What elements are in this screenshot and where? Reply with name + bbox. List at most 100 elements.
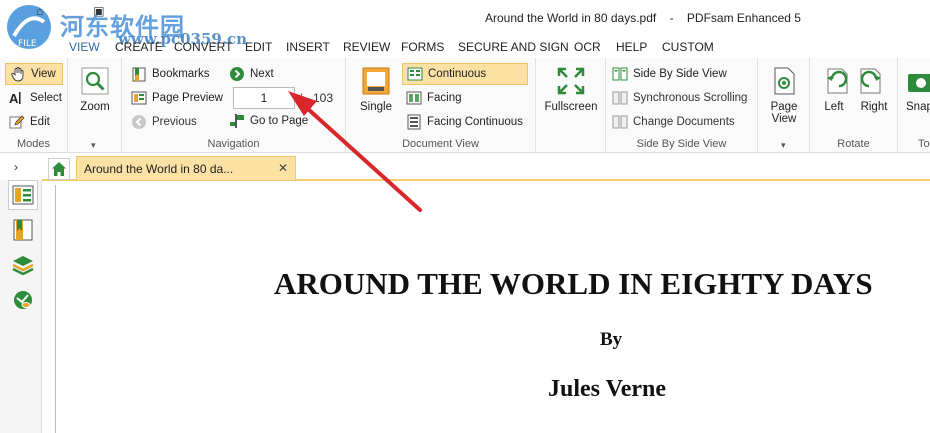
page-view-dropdown-icon[interactable]: ▾ [781,140,786,151]
quick-access-icon[interactable]: ⌂ [36,4,43,18]
page-preview-button[interactable]: Page Preview [127,87,227,109]
page-thumbnails-icon [12,185,34,205]
sidebar-page-preview[interactable] [8,180,38,210]
page-edge [55,185,56,433]
side-by-side-group-label: Side By Side View [636,138,727,150]
document-author: Jules Verne [548,376,667,402]
go-to-page-label: Go to Page [250,115,309,127]
facing-continuous-icon [407,114,421,130]
document-viewer[interactable]: AROUND THE WORLD IN EIGHTY DAYS By Jules… [42,183,930,433]
next-button[interactable]: Next [225,63,278,85]
zoom-button[interactable]: Zoom [78,66,112,113]
hand-icon [11,67,24,82]
bookmarks-label: Bookmarks [152,68,210,80]
select-mode-label: Select [30,92,62,104]
zoom-label: Zoom [80,101,110,113]
synchronous-scrolling-button[interactable]: Synchronous Scrolling [608,87,751,109]
rotate-right-label: Right [860,101,888,113]
side-by-side-view-button[interactable]: Side By Side View [608,63,731,85]
menu-insert[interactable]: INSERT [286,40,330,54]
snap-group-label: To [918,138,930,150]
sidebar-toggle[interactable]: › [0,153,42,181]
page-view-label-line1: Page [770,101,798,113]
edit-mode-label: Edit [30,116,50,128]
edit-mode-button[interactable]: Edit [5,111,54,133]
select-mode-button[interactable]: A Select [5,87,66,109]
sidebar-attachments[interactable] [8,285,38,315]
rotate-left-label: Left [824,101,844,113]
change-documents-button[interactable]: Change Documents [608,111,739,133]
facing-continuous-label: Facing Continuous [427,116,523,128]
document-name: Around the World in 80 days.pdf [485,11,657,25]
page-separator: / [299,91,303,105]
group-rotate: Left Right Rotate [810,58,898,153]
close-tab-icon[interactable]: ✕ [278,161,288,175]
sidebar-bookmarks[interactable] [8,215,38,245]
window-title: Around the World in 80 days.pdf - PDFsam… [485,11,801,25]
side-by-side-view-label: Side By Side View [633,68,727,80]
group-modes: View A Select Edit Modes [0,58,68,153]
home-tab[interactable] [48,158,70,180]
single-page-label: Single [360,101,392,113]
change-documents-label: Change Documents [633,116,735,128]
menu-edit[interactable]: EDIT [245,40,272,54]
group-fullscreen: Fullscreen [536,58,606,153]
link-globe-icon [14,291,32,309]
pencil-icon [9,115,25,129]
continuous-icon [407,67,423,81]
menu-ocr[interactable]: OCR [574,40,601,54]
document-tab[interactable]: Around the World in 80 da... ✕ [76,156,296,181]
menu-custom[interactable]: CUSTOM [662,40,714,54]
fullscreen-icon [557,67,585,95]
view-mode-label: View [31,68,56,80]
menu-view[interactable]: VIEW [69,40,100,54]
change-documents-icon [612,115,628,129]
title-separator: - [669,11,674,25]
view-mode-button[interactable]: View [5,63,63,85]
facing-icon [406,91,422,105]
zoom-icon [81,67,109,95]
menu-help[interactable]: HELP [616,40,647,54]
zoom-dropdown-icon[interactable]: ▾ [91,140,96,151]
page-view-button[interactable]: Page View [764,66,804,125]
rotate-right-button[interactable]: Right [856,66,892,113]
side-by-side-icon [612,67,628,81]
continuous-label: Continuous [428,68,487,80]
menu-secure-and-sign[interactable]: SECURE AND SIGN [458,40,569,54]
previous-label: Previous [152,116,197,128]
fullscreen-button[interactable]: Fullscreen [541,66,601,113]
layers-icon [12,256,34,275]
group-zoom: Zoom ▾ [68,58,122,153]
page-number-input[interactable] [233,87,295,109]
page-preview-icon [131,91,147,105]
home-icon [52,162,66,176]
facing-continuous-button[interactable]: Facing Continuous [402,111,527,133]
sidebar-layers[interactable] [8,250,38,280]
snapshot-button[interactable]: Snap [906,66,930,113]
menu-convert[interactable]: CONVERT [174,40,232,54]
document-view-group-label: Document View [402,138,479,150]
menu-review[interactable]: REVIEW [343,40,390,54]
page-preview-label: Page Preview [152,92,223,104]
snapshot-label: Snap [906,101,930,113]
sidebar [0,180,42,433]
menu-forms[interactable]: FORMS [401,40,444,54]
go-to-page-button[interactable]: Go to Page [225,110,312,132]
document-tab-strip: Around the World in 80 da... ✕ [42,153,930,181]
next-arrow-icon [230,67,244,81]
group-page-view: Page View ▾ [758,58,810,153]
previous-button[interactable]: Previous [127,111,201,133]
menu-bar: VIEW CREATE CONVERT EDIT INSERT REVIEW F… [0,36,930,58]
bookmark-panel-icon [13,219,33,241]
facing-button[interactable]: Facing [402,87,466,109]
menu-create[interactable]: CREATE [115,40,163,54]
synchronous-scrolling-label: Synchronous Scrolling [633,92,748,104]
app-name: PDFsam Enhanced 5 [686,11,801,25]
page-view-icon [774,67,795,95]
page-view-label-line2: View [771,113,797,125]
single-page-button[interactable]: Single [356,66,396,113]
bookmarks-button[interactable]: Bookmarks [127,63,214,85]
rotate-left-button[interactable]: Left [816,66,852,113]
bookmark-icon [132,67,146,82]
continuous-button[interactable]: Continuous [402,63,528,85]
